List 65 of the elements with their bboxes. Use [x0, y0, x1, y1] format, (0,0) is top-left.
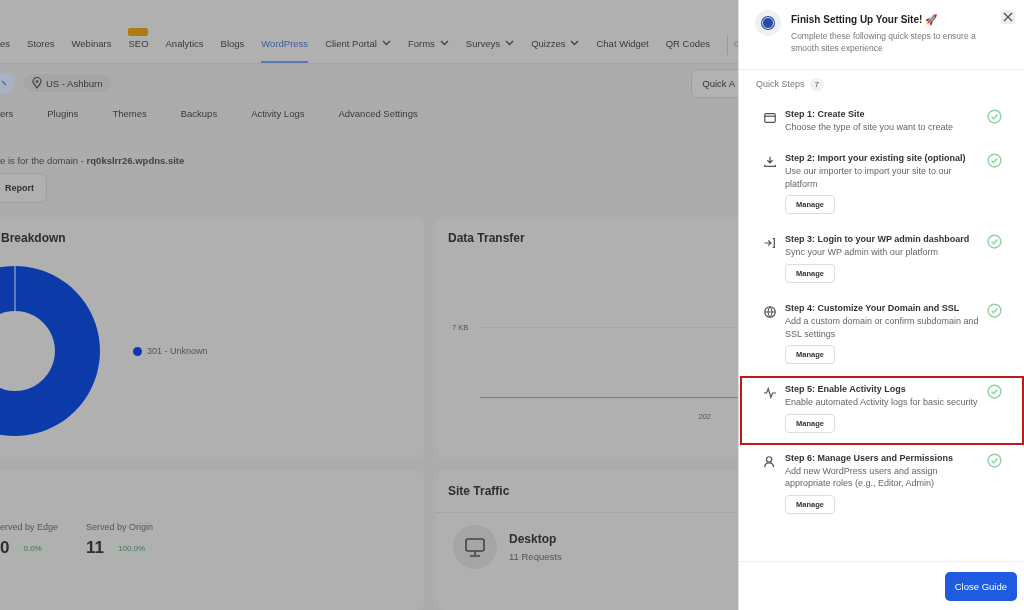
- sub-tab[interactable]: Advanced Settings: [338, 108, 418, 120]
- caret-icon: [505, 40, 515, 47]
- browser-icon: [763, 110, 777, 125]
- domain-note: e is for the domain - rq0kslrr26.wpdns.site: [0, 155, 186, 166]
- step-title: Step 2: Import your existing site (optional): [785, 153, 967, 164]
- nav-tab[interactable]: WordPress: [261, 25, 309, 63]
- step-title: Step 4: Customize Your Domain and SSL: [785, 303, 961, 313]
- step-title: Step 5: Enable Activity Logs: [785, 384, 907, 395]
- nav-tab[interactable]: Blogs: [220, 25, 245, 63]
- nav-tab[interactable]: Stores: [27, 25, 55, 63]
- legend-label: 301 - Unknown: [147, 346, 208, 356]
- step-description: Choose the type of site you want to create: [785, 120, 955, 134]
- step-description: Enable automated Activity logs for basic security: [785, 396, 979, 409]
- sub-tab[interactable]: Backups: [180, 108, 218, 120]
- login-icon: [763, 236, 777, 251]
- guide-subtitle: Complete these following quick steps to ensure a smooth sites experience: [791, 30, 977, 55]
- location-chip: US - Ashburn: [24, 74, 111, 93]
- close-icon[interactable]: [1001, 10, 1015, 24]
- caret-icon: [381, 40, 391, 47]
- legend-dot: [133, 346, 142, 356]
- caret-icon: [439, 40, 449, 47]
- monitor-icon: [453, 525, 497, 569]
- card-title: Data Transfer: [447, 230, 526, 245]
- stat-label: Served by Origin: [86, 522, 154, 532]
- device-name: Desktop: [509, 532, 558, 546]
- percent-badge: 100.0%: [112, 540, 152, 556]
- nav-tab[interactable]: Client Portal: [325, 25, 391, 63]
- step-description: Use our importer to import your site to our platform: [785, 165, 953, 191]
- close-guide-button[interactable]: Close Guide: [944, 572, 1017, 601]
- nav-tab[interactable]: Surveys: [465, 25, 515, 63]
- nav-tab[interactable]: Forms: [407, 25, 449, 63]
- step-title: Step 3: Login to your WP admin dashboard: [785, 234, 971, 245]
- guide-title: Finish Setting Up Your Site! 🚀: [791, 14, 939, 25]
- nav-tab[interactable]: QR Codes: [665, 25, 711, 63]
- nav-tab[interactable]: es: [0, 25, 11, 63]
- card-title: Breakdown: [0, 230, 67, 245]
- step-title: Step 1: Create Site: [785, 108, 866, 119]
- step-description: Add new WordPress users and assign appropriate roles (e.g., Editor, Admin): [785, 464, 939, 490]
- sub-tab[interactable]: ers: [0, 108, 14, 120]
- sub-tab[interactable]: Plugins: [47, 108, 79, 120]
- request-count: 11 Requests: [509, 551, 562, 562]
- location-pin-icon: [32, 77, 42, 90]
- caret-icon: [570, 40, 580, 47]
- stat-label: erved by Edge: [0, 522, 59, 532]
- step-title: Step 6: Manage Users and Permissions: [785, 452, 955, 463]
- nav-tab[interactable]: Quizzes: [531, 25, 580, 63]
- nav-tab[interactable]: SEO: [128, 25, 149, 63]
- section-label: Quick Steps: [756, 79, 805, 90]
- nav-tab[interactable]: Webinars: [71, 25, 112, 63]
- quick-actions-button[interactable]: Quick A: [691, 68, 738, 98]
- step-description: Add a custom domain or confirm subdomain and SSL settings: [785, 315, 979, 341]
- wordpress-logo-icon: [755, 10, 781, 36]
- nav-tab[interactable]: Chat Widget: [596, 25, 649, 63]
- nav-tab[interactable]: Analytics: [165, 25, 204, 63]
- user-icon: [763, 454, 777, 469]
- sub-tab[interactable]: Themes: [112, 108, 147, 120]
- stat-value: 0: [0, 538, 10, 558]
- activity-icon: [763, 386, 777, 401]
- count-badge: 7: [809, 77, 824, 91]
- report-button[interactable]: Report: [0, 173, 47, 203]
- globe-icon: [763, 305, 777, 319]
- step-description: Sync your WP admin with our platform: [785, 246, 939, 259]
- download-icon: [763, 155, 777, 170]
- sub-tab[interactable]: Activity Logs: [251, 108, 305, 120]
- stat-value: 11: [86, 538, 105, 558]
